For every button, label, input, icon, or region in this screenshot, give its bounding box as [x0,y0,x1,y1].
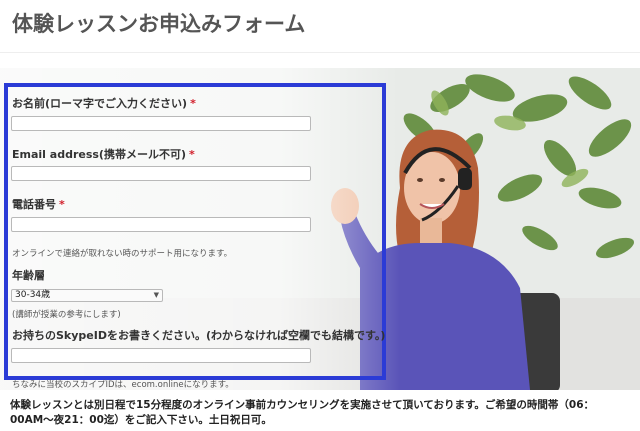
age-label: 年齢層 [12,269,45,282]
page-title: 体験レッスンお申込みフォーム [12,12,306,36]
age-hint: (講師が授業の参考にします) [12,310,121,320]
name-label-text: お名前(ローマ字でご入力ください) [12,97,188,110]
required-mark: * [188,148,195,161]
required-mark: * [59,198,65,211]
age-select[interactable]: 30-34歳 ▼ [11,289,163,302]
chevron-down-icon: ▼ [153,291,159,299]
skype-hint: ちなみに当校のスカイプIDは、ecom.onlineになります。 [12,380,234,390]
email-label-text: Email address(携帯メール不可) [12,148,186,161]
counseling-note: 体験レッスンとは別日程で15分程度のオンライン事前カウンセリングを実施させて頂い… [10,399,595,426]
title-divider [0,52,640,53]
name-input[interactable] [11,116,311,131]
required-mark: * [190,97,196,110]
name-label: お名前(ローマ字でご入力ください) * [12,95,196,111]
phone-hint: オンラインで連絡が取れない時のサポート用になります。 [12,249,233,259]
email-input[interactable] [11,166,311,181]
age-select-value: 30-34歳 [15,290,51,300]
phone-input[interactable] [11,217,311,232]
email-label: Email address(携帯メール不可) * [12,146,195,162]
skype-input[interactable] [11,348,311,363]
skype-label: お持ちのSkypeIDをお書きください。(わからなければ空欄でも結構です。) [12,329,386,342]
phone-label-text: 電話番号 [12,198,56,211]
phone-label: 電話番号 * [12,196,65,212]
